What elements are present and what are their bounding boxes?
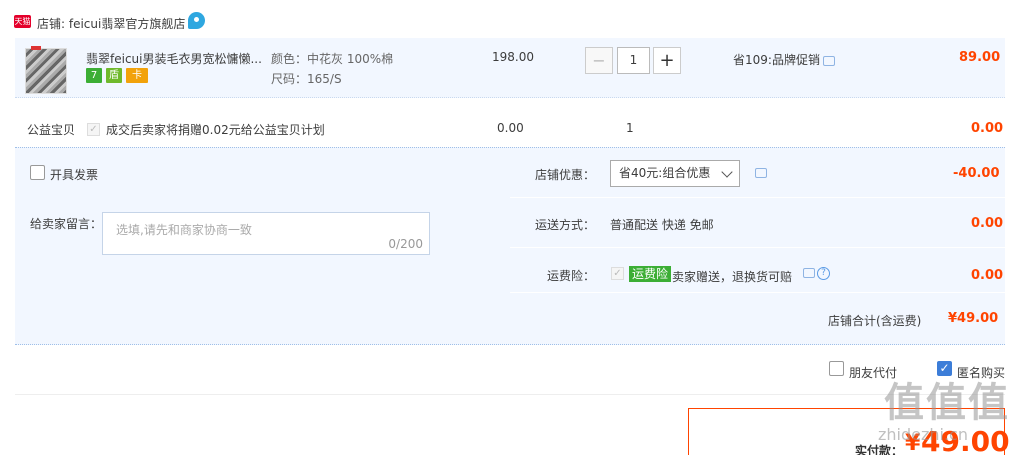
promo-comment-icon[interactable]	[823, 56, 835, 66]
insurance-amount: 0.00	[971, 268, 1004, 283]
guarantee-shield-icon[interactable]: 盾	[106, 68, 122, 83]
discount-comment-icon[interactable]	[755, 168, 767, 178]
insurance-label: 运费险：	[547, 269, 596, 283]
insurance-text: 卖家赠送，退换货可赔	[672, 270, 793, 284]
charity-text: 成交后卖家将捐赠0.02元给公益宝贝计划	[106, 123, 325, 137]
message-placeholder: 选填,请先和商家协商一致	[116, 223, 252, 237]
charity-checkbox: ✓	[87, 123, 100, 136]
quantity-increase-button[interactable]: +	[653, 47, 681, 74]
invoice-checkbox[interactable]	[30, 165, 45, 180]
item-subtotal: 89.00	[959, 50, 1001, 65]
message-label: 给卖家留言：	[30, 217, 103, 231]
charity-total: 0.00	[971, 121, 1004, 136]
charity-price: 0.00	[497, 121, 524, 135]
item-row	[15, 38, 1005, 98]
help-icon[interactable]: ?	[817, 267, 830, 280]
shop-discount-label: 店铺优惠：	[535, 168, 596, 182]
insurance-checkbox: ✓	[611, 267, 624, 280]
sku-color: 颜色：中花灰 100%棉	[271, 52, 394, 66]
chevron-down-icon	[721, 166, 733, 178]
shop-discount-select[interactable]: 省40元:组合优惠	[610, 160, 740, 187]
credit-card-icon[interactable]: 卡	[126, 68, 148, 83]
message-char-count: 0/200	[388, 237, 423, 251]
shop-subtotal-label: 店铺合计(含运费)	[828, 314, 922, 328]
charity-quantity: 1	[626, 121, 634, 135]
divider	[510, 292, 1005, 293]
quantity-input[interactable]: 1	[617, 47, 650, 74]
insurance-comment-icon[interactable]	[803, 268, 815, 278]
item-thumbnail[interactable]	[25, 46, 67, 94]
insurance-tag: 运费险	[629, 266, 672, 282]
shipping-amount: 0.00	[971, 216, 1004, 231]
message-textarea[interactable]: 选填,请先和商家协商一致 0/200	[102, 212, 430, 255]
item-promotion: 省109:品牌促销	[733, 53, 820, 67]
divider	[510, 197, 1005, 198]
sku-size: 尺码：165/S	[271, 72, 342, 86]
wangwang-chat-icon[interactable]	[188, 12, 205, 29]
watermark-url: zhidezhi.cn	[878, 425, 968, 444]
item-unit-price: 198.00	[492, 50, 534, 64]
item-title-link[interactable]: 翡翠feicui男装毛衣男宽松慵懒...	[86, 50, 262, 67]
invoice-label[interactable]: 开具发票	[50, 166, 98, 183]
shipping-method: 普通配送 快递 免邮	[610, 218, 714, 232]
shop-subtotal-amount: ¥49.00	[948, 311, 999, 326]
divider	[510, 247, 1005, 248]
friend-pay-checkbox[interactable]	[829, 361, 844, 376]
shop-name-link[interactable]: 店铺: feicui翡翠官方旗舰店	[37, 15, 185, 32]
tmall-logo-icon: 天猫	[14, 15, 31, 28]
quantity-decrease-button[interactable]: −	[585, 47, 613, 74]
divider	[15, 394, 1005, 395]
shipping-label: 运送方式：	[535, 218, 596, 232]
shop-discount-amount: -40.00	[953, 166, 1000, 181]
charity-label: 公益宝贝	[27, 123, 76, 137]
seven-day-return-icon[interactable]: 7	[86, 68, 102, 83]
shop-discount-value: 省40元:组合优惠	[619, 166, 711, 180]
watermark-logo: 值值值	[884, 380, 1010, 426]
